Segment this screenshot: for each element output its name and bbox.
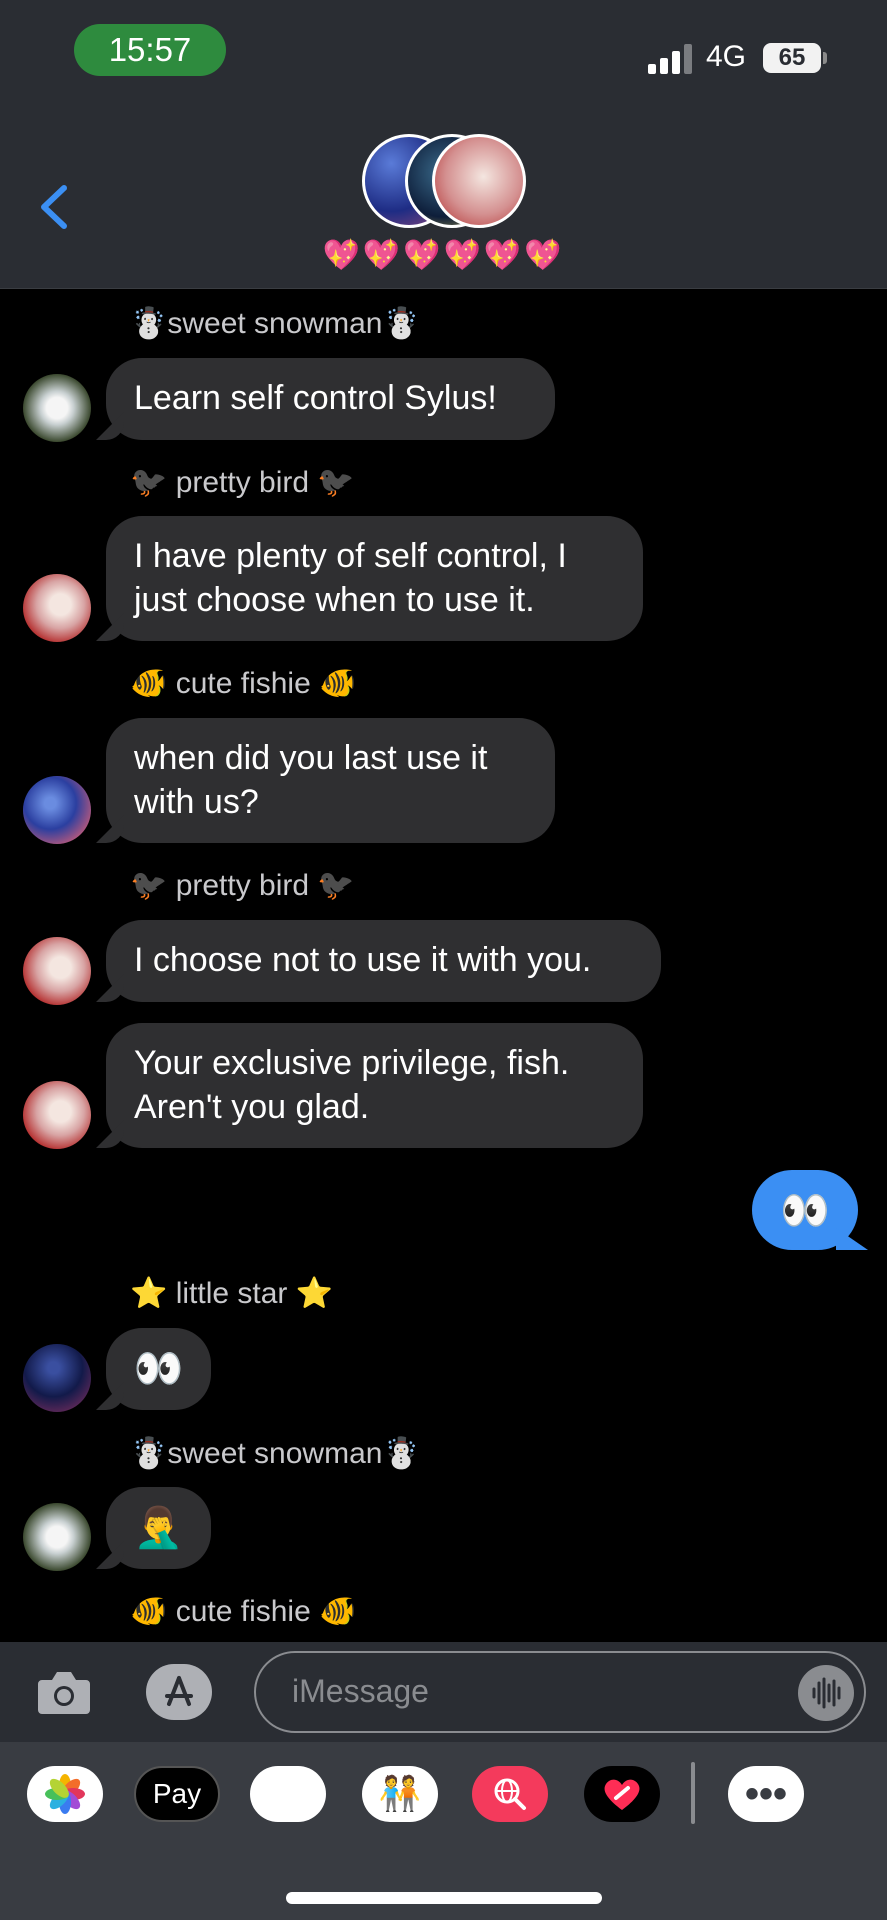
message-sender: 🐦‍⬛ pretty bird 🐦‍⬛ — [130, 466, 355, 499]
message-text: 🤦‍♂️ — [133, 1506, 184, 1550]
message-bubble[interactable]: Your exclusive privilege, fish. Aren't y… — [96, 1023, 643, 1148]
message-sender: 🐠 cute fishie 🐠 — [130, 1595, 357, 1628]
digital-touch-heart-icon[interactable] — [584, 1766, 660, 1822]
avatar[interactable] — [23, 1503, 91, 1571]
avatar[interactable] — [23, 374, 91, 442]
message-text: I choose not to use it with you. — [134, 941, 592, 979]
message-text: 👀 — [133, 1347, 184, 1391]
message-bubble[interactable]: 🤦‍♂️ — [96, 1487, 211, 1569]
group-avatar-cat[interactable] — [432, 134, 526, 228]
chevron-left-icon[interactable] — [36, 182, 72, 232]
more-apps-button[interactable]: ••• — [728, 1766, 804, 1822]
message-bubble[interactable]: 👀 — [96, 1328, 211, 1410]
avatar[interactable] — [23, 937, 91, 1005]
audio-waveform-icon[interactable] — [798, 1665, 854, 1721]
bubble-tail — [96, 613, 124, 641]
camera-icon[interactable] — [36, 1666, 92, 1718]
photos-flower-icon — [45, 1774, 85, 1814]
pay-label: Pay — [152, 1778, 202, 1809]
cellular-signal-icon — [648, 44, 692, 74]
animoji-app-icon[interactable]: 🐵 — [250, 1766, 326, 1822]
apple-pay-button[interactable]: Pay — [134, 1766, 220, 1822]
waveform-glyph-icon — [812, 1677, 841, 1709]
message-sender: ⭐ little star ⭐ — [130, 1277, 334, 1310]
message-bubble[interactable]: I choose not to use it with you. — [96, 920, 661, 1002]
image-search-icon[interactable] — [472, 1766, 548, 1822]
bubble-tail — [96, 1120, 124, 1148]
status-time[interactable]: 15:57 — [74, 24, 226, 76]
avatar[interactable] — [23, 1344, 91, 1412]
app-store-glyph-icon — [165, 1676, 193, 1706]
bubble-tail — [96, 815, 124, 843]
message-sender: ☃️sweet snowman☃️ — [130, 307, 420, 340]
message-input-placeholder: iMessage — [292, 1673, 429, 1709]
message-bubble[interactable]: I have plenty of self control, I just ch… — [96, 516, 643, 641]
bubble-tail — [96, 974, 124, 1002]
message-text-line: just choose when to use it. — [134, 581, 535, 619]
message-sender: 🐠 cute fishie 🐠 — [130, 667, 357, 700]
battery-indicator: 65 — [763, 43, 821, 73]
memoji-app-icon[interactable]: 🧑‍🤝‍🧑 — [362, 1766, 438, 1822]
message-text-line: I have plenty of self control, I — [134, 537, 567, 575]
heart-icon — [604, 1779, 640, 1810]
message-sender: 🐦‍⬛ pretty bird 🐦‍⬛ — [130, 869, 355, 902]
drawer-divider — [691, 1762, 695, 1824]
battery-cap-icon — [823, 52, 827, 64]
message-text-line: Your exclusive privilege, fish. — [134, 1044, 570, 1082]
message-text-line: when did you last use it — [134, 739, 488, 777]
bubble-tail — [96, 1382, 124, 1410]
message-text-line: with us? — [134, 783, 259, 821]
avatar[interactable] — [23, 574, 91, 642]
photos-app-icon[interactable] — [27, 1766, 103, 1822]
message-bubble[interactable]: when did you last use it with us? — [96, 718, 555, 843]
group-name[interactable]: 💖💖💖💖💖💖 — [0, 238, 887, 273]
bubble-tail — [96, 1541, 124, 1569]
network-type: 4G — [706, 40, 747, 73]
message-sender: ☃️sweet snowman☃️ — [130, 1437, 420, 1470]
message-bubble[interactable]: Learn self control Sylus! — [96, 358, 555, 440]
bubble-tail — [96, 412, 124, 440]
avatar[interactable] — [23, 776, 91, 844]
search-globe-icon — [494, 1778, 526, 1810]
bubble-tail — [836, 1228, 868, 1250]
home-indicator[interactable] — [286, 1892, 602, 1904]
app-store-icon[interactable] — [146, 1664, 212, 1720]
message-text-line: Aren't you glad. — [134, 1088, 370, 1126]
avatar[interactable] — [23, 1081, 91, 1149]
message-text: Learn self control Sylus! — [134, 379, 497, 417]
